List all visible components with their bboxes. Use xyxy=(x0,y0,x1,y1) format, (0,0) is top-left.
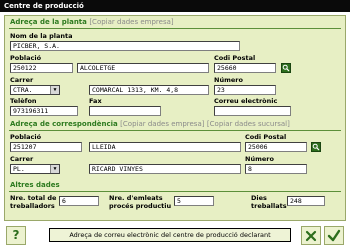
street-name-input[interactable]: COMARCAL 1313, KM. 4,8 xyxy=(89,85,209,95)
worked-days-label-2: treballats xyxy=(251,202,287,210)
chevron-down-icon[interactable]: ▼ xyxy=(50,165,59,173)
section-divider xyxy=(9,130,341,131)
email-label: Correu electrònic xyxy=(214,97,278,105)
section-divider xyxy=(9,191,341,192)
corr-population-name-input[interactable]: LLEIDA xyxy=(89,142,241,152)
street-type-select[interactable]: CTRA. ▼ xyxy=(10,85,60,95)
copy-company-link-2[interactable]: [Copiar dades empresa] xyxy=(120,120,204,128)
cancel-button[interactable] xyxy=(301,226,321,245)
phone-label: Telèfon xyxy=(10,97,37,105)
plant-name-input[interactable]: PICBER, S.A. xyxy=(10,41,240,51)
close-icon xyxy=(305,230,317,242)
worked-days-input[interactable]: 248 xyxy=(287,196,325,206)
process-employees-input[interactable]: 5 xyxy=(174,196,214,206)
plant-name-label: Nom de la planta xyxy=(10,32,73,40)
copy-company-link[interactable]: [Copiar dades empresa] xyxy=(89,18,173,26)
fax-input[interactable] xyxy=(89,106,161,116)
correspondence-title: Adreça de correspondència xyxy=(10,120,118,128)
corr-street-label: Carrer xyxy=(10,155,34,163)
corr-population-label: Població xyxy=(10,133,42,141)
corr-street-type-value: PL. xyxy=(13,165,25,173)
section-divider xyxy=(9,28,341,29)
chevron-down-icon[interactable]: ▼ xyxy=(50,86,59,94)
corr-number-label: Número xyxy=(245,155,274,163)
accept-button[interactable] xyxy=(324,226,344,245)
process-employees-label-2: procés productiu xyxy=(109,202,172,210)
other-data-heading: Altres dades xyxy=(10,181,60,189)
postal-code-label: Codi Postal xyxy=(214,54,256,62)
corr-street-number-input[interactable]: 8 xyxy=(245,164,307,174)
form-panel: Adreça de la planta [Copiar dades empres… xyxy=(4,15,346,221)
phone-input[interactable]: 973196311 xyxy=(10,106,78,116)
street-type-value: CTRA. xyxy=(13,86,33,94)
email-input[interactable] xyxy=(214,106,291,116)
copy-branch-link[interactable]: [Copiar dades sucursal] xyxy=(207,120,290,128)
population-label: Població xyxy=(10,54,42,62)
corr-postal-code-input[interactable]: 25006 xyxy=(245,142,307,152)
search-icon[interactable] xyxy=(281,63,291,73)
search-icon[interactable] xyxy=(311,142,321,152)
process-employees-label-1: Nre. d'emleats xyxy=(109,194,163,202)
help-icon: ? xyxy=(12,228,20,242)
fax-label: Fax xyxy=(89,97,102,105)
correspondence-heading: Adreça de correspondència [Copiar dades … xyxy=(10,120,290,128)
help-button[interactable]: ? xyxy=(6,226,26,245)
street-number-input[interactable]: 23 xyxy=(214,85,276,95)
population-code-input[interactable]: 250122 xyxy=(10,63,73,73)
corr-street-name-input[interactable]: RICARD VINYES xyxy=(89,164,241,174)
window-title: Centre de producció xyxy=(0,0,350,12)
plant-address-title: Adreça de la planta xyxy=(10,18,87,26)
checkmark-icon xyxy=(327,229,341,242)
postal-code-input[interactable]: 25660 xyxy=(214,63,276,73)
corr-street-type-select[interactable]: PL. ▼ xyxy=(10,164,60,174)
corr-postal-code-label: Codi Postal xyxy=(245,133,287,141)
total-workers-label-2: treballadors xyxy=(10,202,55,210)
street-label: Carrer xyxy=(10,76,34,84)
total-workers-label-1: Nre. total de xyxy=(10,194,57,202)
declare-email-button[interactable]: Adreça de correu electrònic del centre d… xyxy=(49,228,291,242)
corr-population-code-input[interactable]: 251207 xyxy=(10,142,82,152)
number-label: Número xyxy=(214,76,243,84)
total-workers-input[interactable]: 6 xyxy=(59,196,99,206)
worked-days-label-1: Dies xyxy=(251,194,267,202)
plant-address-heading: Adreça de la planta [Copiar dades empres… xyxy=(10,18,174,26)
population-name-input[interactable]: ALCOLETGE xyxy=(77,63,209,73)
